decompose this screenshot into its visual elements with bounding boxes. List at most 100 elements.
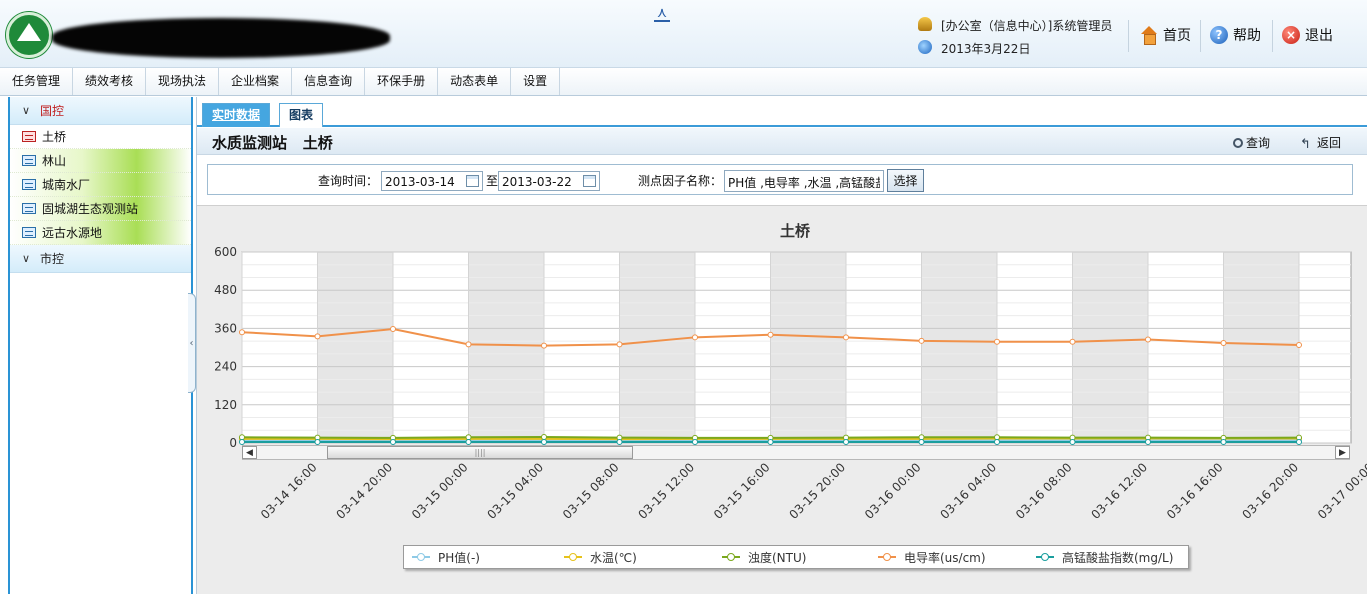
data-point — [239, 434, 245, 441]
logout-button[interactable]: × 退出 — [1282, 24, 1333, 46]
sidebar-collapse-handle[interactable]: ‹ — [188, 293, 196, 393]
sidebar: ∨ 国控 土桥 林山 城南水厂 固城湖生态观测站 远古水源地 ∨ 市控 — [8, 97, 193, 594]
sidebar-item-label: 远古水源地 — [42, 226, 103, 240]
scroll-left-icon[interactable]: ◀ — [242, 446, 257, 459]
chevron-down-icon: ∨ — [22, 104, 31, 117]
data-point — [843, 439, 849, 446]
title-bar: 水质监测站 土桥 查询 ↰ 返回 — [197, 128, 1367, 155]
tab-bar: 实时数据 图表 — [197, 97, 1367, 127]
sidebar-group-city[interactable]: ∨ 市控 — [10, 245, 191, 273]
data-point — [1296, 341, 1302, 348]
calendar-icon[interactable] — [583, 175, 596, 187]
user-icon — [918, 17, 932, 31]
calendar-icon — [918, 40, 932, 54]
select-factor-button[interactable]: 选择 — [887, 169, 924, 192]
sidebar-group-label: 市控 — [40, 252, 65, 266]
data-point — [1296, 439, 1302, 446]
data-point — [541, 439, 547, 446]
legend-label: PH值(-) — [438, 550, 480, 565]
data-point — [465, 439, 472, 446]
home-button[interactable]: 首页 — [1140, 24, 1191, 46]
legend-label: 电导率(us/cm) — [904, 550, 986, 565]
sidebar-item-label: 林山 — [42, 154, 67, 168]
menu-item-info-query[interactable]: 信息查询 — [292, 68, 366, 95]
data-point — [1145, 439, 1151, 446]
menu-item-settings[interactable]: 设置 — [511, 68, 561, 95]
sidebar-item-label: 固城湖生态观测站 — [42, 202, 139, 216]
data-point — [314, 333, 321, 340]
data-point — [843, 334, 849, 341]
calendar-icon[interactable] — [466, 175, 479, 187]
data-point — [616, 439, 623, 446]
back-button[interactable]: ↰ 返回 — [1300, 134, 1341, 152]
query-button[interactable]: 查询 — [1233, 134, 1270, 151]
chart-horizontal-scrollbar[interactable]: ◀ |||| ▶ — [242, 445, 1350, 460]
sidebar-group-label: 国控 — [40, 104, 65, 118]
tab-chart[interactable]: 图表 — [279, 103, 324, 127]
legend-item-conductivity[interactable]: 电导率(us/cm) — [878, 549, 986, 566]
redacted-title — [52, 18, 390, 58]
current-user: [办公室（信息中心）]系统管理员 — [941, 19, 1113, 33]
plot-band — [770, 252, 846, 443]
legend-item-permanganate[interactable]: 高锰酸盐指数(mg/L) — [1036, 549, 1173, 566]
legend-label: 高锰酸盐指数(mg/L) — [1062, 550, 1174, 565]
scroll-right-icon[interactable]: ▶ — [1335, 446, 1350, 459]
sidebar-item-chengnan[interactable]: 城南水厂 — [10, 173, 191, 197]
home-icon — [1140, 26, 1158, 45]
help-label: 帮助 — [1233, 28, 1261, 44]
sidebar-item-tuqiao[interactable]: 土桥 — [10, 125, 191, 149]
menu-item-handbook[interactable]: 环保手册 — [365, 68, 439, 95]
y-tick-label: 600 — [214, 245, 237, 259]
menu-item-performance[interactable]: 绩效考核 — [73, 68, 147, 95]
logo-mountain-icon — [17, 21, 41, 41]
data-point — [994, 434, 1000, 441]
menu-item-tasks[interactable]: 任务管理 — [0, 68, 74, 95]
y-tick-label: 0 — [229, 436, 237, 450]
menu-item-dynamic-form[interactable]: 动态表单 — [438, 68, 512, 95]
plot-bands — [241, 251, 1352, 444]
sidebar-item-yuangu[interactable]: 远古水源地 — [10, 221, 191, 245]
plot-band — [317, 252, 393, 443]
y-tick-label: 240 — [214, 360, 237, 374]
y-tick-label: 480 — [214, 283, 237, 297]
station-icon — [22, 203, 36, 214]
sidebar-item-linshan[interactable]: 林山 — [10, 149, 191, 173]
station-icon — [22, 227, 36, 238]
factor-input[interactable] — [724, 170, 884, 192]
chart-panel: 土桥 0 120 240 360 480 600 03-14 16:00 03-14 20:… — [197, 205, 1367, 594]
data-point — [465, 434, 472, 441]
chart-legend: PH值(-) 水温(℃) 浊度(NTU) 电导率(us/cm) 高锰酸盐指数(m… — [403, 545, 1189, 569]
y-tick-label: 120 — [214, 398, 237, 412]
data-point — [918, 434, 925, 441]
sidebar-item-guchenghu[interactable]: 固城湖生态观测站 — [10, 197, 191, 221]
scrollbar-thumb[interactable]: |||| — [327, 446, 633, 459]
sidebar-group-national[interactable]: ∨ 国控 — [10, 97, 191, 125]
data-point — [918, 337, 925, 344]
legend-item-ph[interactable]: PH值(-) — [412, 549, 480, 566]
data-point — [994, 439, 1000, 446]
factor-label: 测点因子名称： — [638, 174, 723, 188]
data-point — [465, 341, 472, 348]
up-arrow-icon[interactable]: ⋏ — [654, 6, 670, 22]
menu-item-enterprise[interactable]: 企业档案 — [219, 68, 293, 95]
search-icon — [1233, 137, 1243, 148]
menu-item-enforcement[interactable]: 现场执法 — [146, 68, 220, 95]
date-range-separator: 至 — [486, 174, 499, 188]
help-button[interactable]: ? 帮助 — [1210, 24, 1261, 46]
header-separator — [1272, 20, 1273, 52]
header-separator — [1200, 20, 1201, 52]
data-point — [616, 341, 623, 348]
tab-realtime[interactable]: 实时数据 — [202, 103, 271, 127]
legend-item-water-temp[interactable]: 水温(℃) — [564, 549, 637, 566]
sidebar-item-label: 城南水厂 — [42, 178, 91, 192]
data-point — [767, 439, 774, 446]
legend-label: 浊度(NTU) — [748, 550, 807, 565]
legend-marker-icon — [1036, 553, 1054, 561]
legend-item-turbidity[interactable]: 浊度(NTU) — [722, 549, 806, 566]
data-point — [314, 439, 321, 446]
data-point — [1069, 439, 1076, 446]
sidebar-item-label: 土桥 — [42, 130, 67, 144]
logo — [6, 12, 52, 58]
page-title: 水质监测站 土桥 — [212, 132, 333, 153]
main-panel: 实时数据 图表 水质监测站 土桥 查询 ↰ 返回 查询时间： 至 测点因子名称：… — [196, 97, 1367, 594]
